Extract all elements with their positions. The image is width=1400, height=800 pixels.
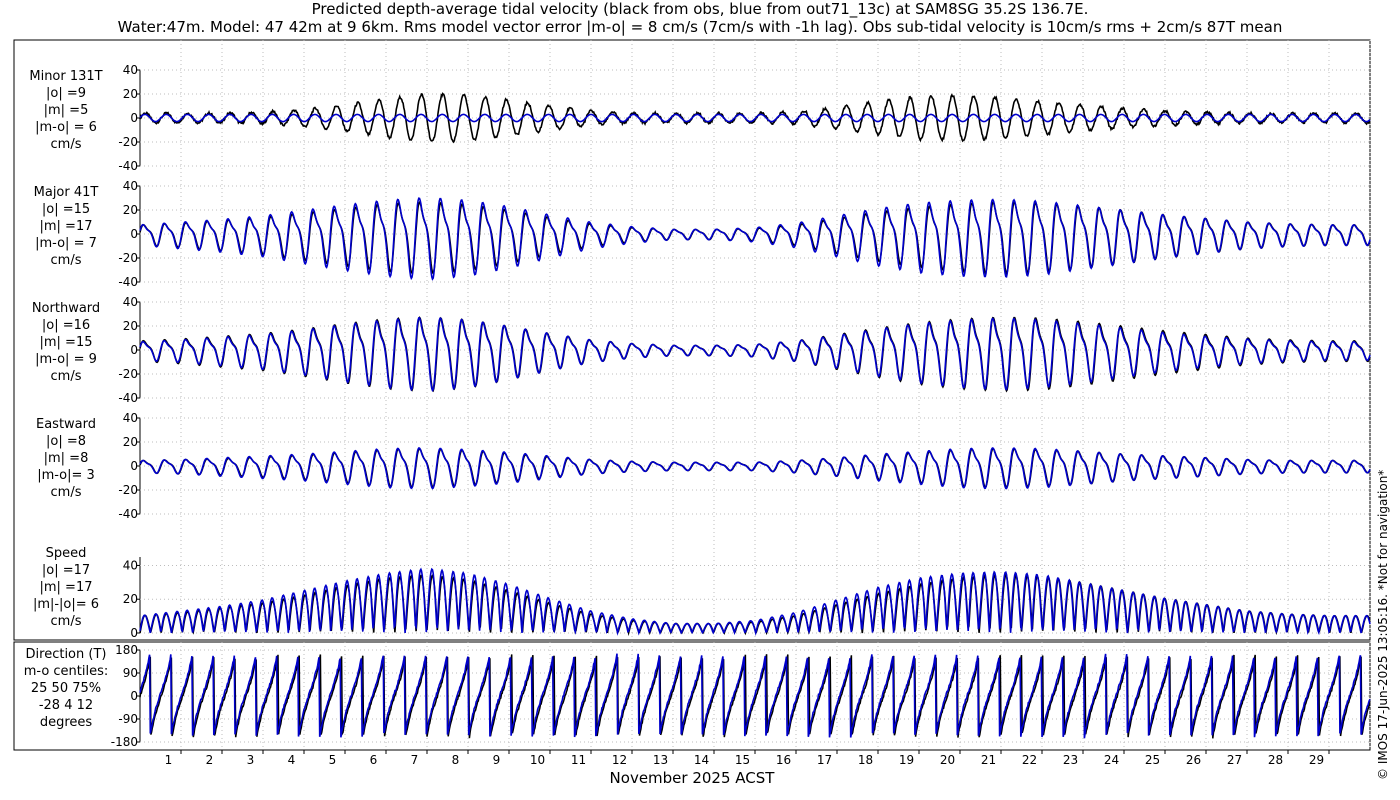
panel-label: |m| =8 (44, 451, 89, 466)
y-tick-label: 0 (130, 689, 138, 703)
panel-label: |m-o| = 7 (35, 236, 97, 251)
panel-label: |m| =5 (44, 103, 89, 118)
y-tick-label: 0 (130, 111, 138, 125)
obs-series-line (139, 447, 1371, 489)
panel-label: |m| =15 (40, 335, 93, 350)
y-tick-label: -90 (118, 712, 138, 726)
panel-label: |m-o| = 9 (35, 352, 97, 367)
footer-credit: © IMOS 17-Jun-2025 13:05:16. *Not for na… (1376, 410, 1396, 780)
x-tick-label: 19 (899, 753, 914, 767)
x-tick-label: 4 (288, 753, 296, 767)
panel-label: degrees (40, 715, 93, 730)
y-tick-label: 20 (123, 87, 138, 101)
panel-label: |o| =9 (46, 86, 86, 101)
x-tick-label: 29 (1309, 753, 1324, 767)
panel-label: Eastward (36, 417, 96, 432)
x-tick-label: 1 (165, 753, 173, 767)
x-tick-label: 2 (206, 753, 214, 767)
panel-label: Major 41T (34, 185, 99, 200)
x-tick-label: 8 (452, 753, 460, 767)
y-tick-label: 20 (123, 435, 138, 449)
panel-label: Speed (46, 546, 87, 561)
y-tick-label: -20 (118, 483, 138, 497)
y-tick-label: 20 (123, 319, 138, 333)
x-tick-label: 7 (411, 753, 419, 767)
panel-label: |o| =16 (42, 318, 90, 333)
panel-label: cm/s (51, 485, 82, 500)
panel-label: 25 50 75% (31, 681, 101, 696)
x-tick-label: 6 (370, 753, 378, 767)
x-tick-label: 10 (530, 753, 545, 767)
y-tick-label: 20 (123, 203, 138, 217)
x-tick-label: 16 (776, 753, 791, 767)
x-tick-label: 13 (653, 753, 668, 767)
y-tick-label: -180 (111, 735, 138, 749)
panel-label: -28 4 12 (39, 698, 93, 713)
panel-label: cm/s (51, 137, 82, 152)
y-tick-label: -20 (118, 251, 138, 265)
panel-direction: 180 90 0 -90 -180 Direction (T) m-o centiles: 2… (24, 643, 1371, 749)
y-tick-label: 40 (123, 179, 138, 193)
x-tick-label: 14 (694, 753, 709, 767)
tidal-velocity-chart: 1 2 3 4 5 6 7 8 9 10 11 12 13 14 15 16 17 18 19 20 21 22 23 24 2… (13, 39, 1371, 787)
panel-label: |m| =17 (40, 580, 93, 595)
panel-label: m-o centiles: (24, 664, 109, 679)
y-tick-label: 40 (123, 63, 138, 77)
panel-label: Minor 131T (29, 69, 102, 84)
panel-label: cm/s (51, 253, 82, 268)
y-tick-label: -20 (118, 135, 138, 149)
y-tick-label: 40 (123, 295, 138, 309)
y-tick-label: -40 (118, 159, 138, 173)
y-tick-label: 0 (130, 459, 138, 473)
panel-label: |m| =17 (40, 219, 93, 234)
panel-label: cm/s (51, 369, 82, 384)
y-tick-label: 0 (130, 343, 138, 357)
x-tick-label: 5 (329, 753, 337, 767)
y-tick-label: 180 (115, 643, 138, 657)
panel-label: |o| =8 (46, 434, 86, 449)
y-tick-label: 20 (123, 592, 138, 606)
x-tick-label: 21 (981, 753, 996, 767)
x-tick-label: 24 (1104, 753, 1119, 767)
y-tick-label: -40 (118, 507, 138, 521)
panel-major: 40 20 0 -20 -40 Major 41T |o| =15 |m| =17 |m-o| … (34, 179, 1371, 289)
panel-label: |m|-|o|= 6 (33, 597, 99, 612)
x-tick-label: 25 (1145, 753, 1160, 767)
x-tick-label: 12 (612, 753, 627, 767)
x-axis-label: November 2025 ACST (610, 769, 776, 787)
panel-label: |o| =15 (42, 202, 90, 217)
y-tick-label: -40 (118, 391, 138, 405)
footer-text: © IMOS 17-Jun-2025 13:05:16. *Not for na… (1376, 469, 1390, 780)
x-tick-label: 20 (940, 753, 955, 767)
x-tick-label: 28 (1268, 753, 1283, 767)
y-tick-label: -20 (118, 367, 138, 381)
panel-label: Northward (32, 301, 100, 316)
panel-speed: 40 20 0 Speed |o| =17 |m| =17 |m|-|o|= 6 cm/s (33, 546, 1371, 640)
x-tick-label: 15 (735, 753, 750, 767)
y-tick-label: -40 (118, 275, 138, 289)
panel-eastward: 40 20 0 -20 -40 Eastward |o| =8 |m| =8 |m-o|= 3 c… (36, 411, 1371, 521)
x-tick-label: 17 (817, 753, 832, 767)
x-tick-label: 11 (571, 753, 586, 767)
x-tick-label: 9 (493, 753, 501, 767)
panel-label: |m-o|= 3 (37, 468, 95, 483)
y-tick-label: 0 (130, 227, 138, 241)
panel-label: |o| =17 (42, 563, 90, 578)
x-tick-label: 3 (247, 753, 255, 767)
x-tick-label: 18 (858, 753, 873, 767)
panel-northward: 40 20 0 -20 -40 Northward |o| =16 |m| =15 |m-o| … (32, 295, 1371, 405)
x-tick-label: 27 (1227, 753, 1242, 767)
panel-label: Direction (T) (26, 647, 107, 662)
panel-label: cm/s (51, 614, 82, 629)
panel-label: |m-o| = 6 (35, 120, 97, 135)
y-tick-label: 0 (130, 626, 138, 640)
x-tick-label: 22 (1022, 753, 1037, 767)
y-tick-label: 40 (123, 411, 138, 425)
y-tick-label: 40 (123, 558, 138, 572)
x-tick-label: 26 (1186, 753, 1201, 767)
y-tick-label: 90 (123, 666, 138, 680)
panel-minor: 40 20 0 -20 -40 Minor 131T |o| =9 |m| =5 |m-o| =… (29, 63, 1371, 173)
x-tick-label: 23 (1063, 753, 1078, 767)
